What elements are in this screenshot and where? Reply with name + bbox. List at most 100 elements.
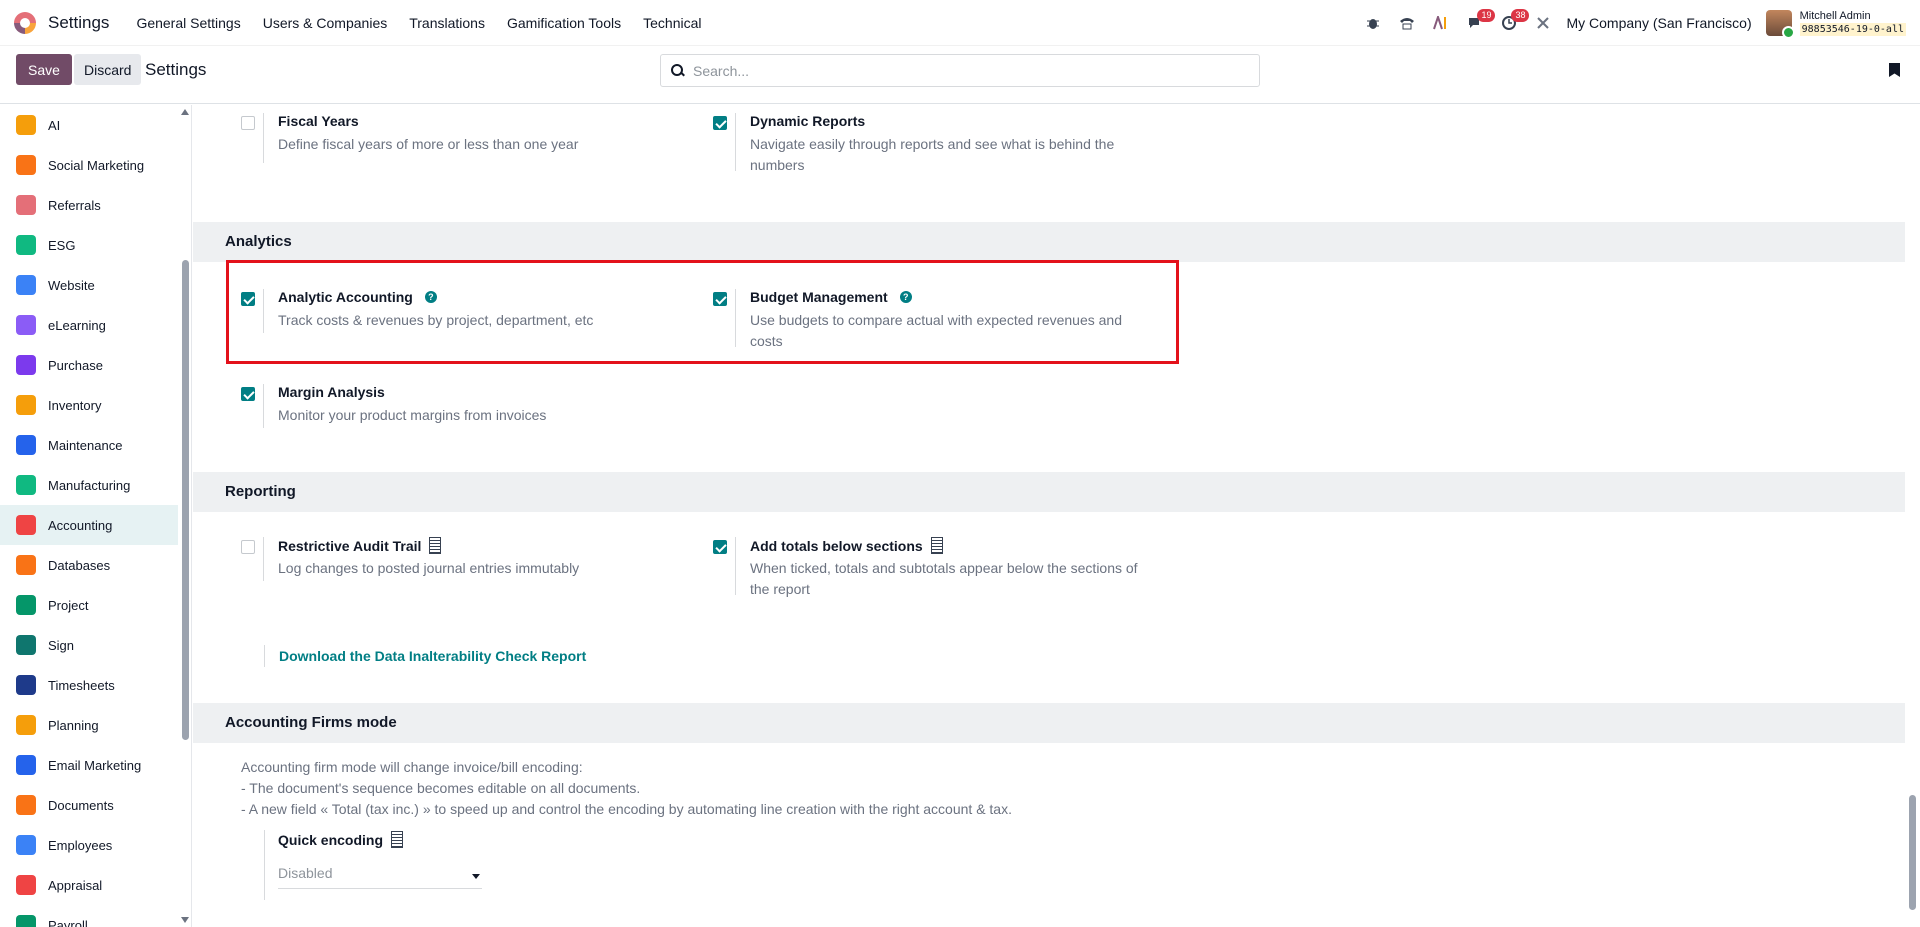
company-switcher[interactable]: My Company (San Francisco) <box>1566 15 1751 31</box>
dynamic-reports-checkbox[interactable] <box>713 116 727 130</box>
sidebar-item-documents[interactable]: Documents <box>0 785 178 825</box>
add-totals-checkbox[interactable] <box>713 540 727 554</box>
systray: 19 38 My Company (San Francisco) Mitchel… <box>1356 0 1920 46</box>
sidebar-item-accounting[interactable]: Accounting <box>0 505 178 545</box>
ai-icon[interactable] <box>1424 0 1458 46</box>
building-icon <box>930 537 943 554</box>
purchase-app-icon <box>16 355 36 375</box>
activities-icon[interactable]: 38 <box>1492 0 1530 46</box>
fiscal-years-checkbox[interactable] <box>241 116 255 130</box>
sidebar-scrollbar[interactable] <box>182 260 189 740</box>
save-button[interactable]: Save <box>16 54 72 85</box>
accounting-firms-description: Accounting firm mode will change invoice… <box>241 757 1012 820</box>
messages-icon[interactable]: 19 <box>1458 0 1496 46</box>
sidebar-item-manufacturing[interactable]: Manufacturing <box>0 465 178 505</box>
employees-app-icon <box>16 835 36 855</box>
quick-encoding-label: Quick encoding <box>278 831 384 848</box>
sidebar-item-label: Databases <box>48 557 111 573</box>
phone-icon[interactable] <box>1390 0 1424 46</box>
sidebar-item-purchase[interactable]: Purchase <box>0 345 178 385</box>
documents-app-icon <box>16 795 36 815</box>
dynamic-reports-desc-line-1: Navigate easily through reports and see … <box>750 136 1115 152</box>
sidebar-item-timesheets[interactable]: Timesheets <box>0 665 178 705</box>
ai-app-icon <box>16 115 36 135</box>
add-totals-desc: When ticked, totals and subtotals appear… <box>750 558 1138 600</box>
firm-text-line-3: - A new field « Total (tax inc.) » to sp… <box>241 801 1012 817</box>
margin-analysis-checkbox[interactable] <box>241 387 255 401</box>
sidebar-item-sign[interactable]: Sign <box>0 625 178 665</box>
bookmark-icon[interactable] <box>1889 63 1900 77</box>
sidebar-item-maintenance[interactable]: Maintenance <box>0 425 178 465</box>
project-app-icon <box>16 595 36 615</box>
sidebar-item-social-marketing[interactable]: Social Marketing <box>0 145 178 185</box>
menu-translations[interactable]: Translations <box>398 0 496 46</box>
scroll-up-arrow-icon[interactable] <box>181 109 189 115</box>
quick-encoding-select[interactable]: Disabled <box>278 865 482 889</box>
sidebar-item-label: eLearning <box>48 317 106 333</box>
sidebar-item-appraisal[interactable]: Appraisal <box>0 865 178 905</box>
menu-users-companies[interactable]: Users & Companies <box>252 0 399 46</box>
highlight-box <box>226 260 1179 364</box>
sidebar-item-project[interactable]: Project <box>0 585 178 625</box>
scroll-down-arrow-icon[interactable] <box>181 917 189 923</box>
setting-margin-analysis: Margin Analysis Monitor your product mar… <box>241 384 681 434</box>
manufacturing-app-icon <box>16 475 36 495</box>
breadcrumb-title: Settings <box>145 60 207 79</box>
sidebar-item-planning[interactable]: Planning <box>0 705 178 745</box>
top-menu: General Settings Users & Companies Trans… <box>125 0 712 46</box>
settings-content: Fiscal Years Define fiscal years of more… <box>193 105 1905 927</box>
sidebar-item-inventory[interactable]: Inventory <box>0 385 178 425</box>
sidebar-item-label: Sign <box>48 637 75 653</box>
sidebar-item-esg[interactable]: ESG <box>0 225 178 265</box>
sidebar-item-referrals[interactable]: Referrals <box>0 185 178 225</box>
app-title[interactable]: Settings <box>48 13 109 33</box>
sidebar-item-elearning[interactable]: eLearning <box>0 305 178 345</box>
database-name: 98853546-19-0-all <box>1799 23 1906 36</box>
divider <box>263 537 264 581</box>
sidebar-item-label: ESG <box>48 237 76 253</box>
sidebar-item-label: Documents <box>48 797 114 813</box>
sidebar-item-label: Referrals <box>48 197 101 213</box>
dynamic-reports-desc-line-2: numbers <box>750 157 805 173</box>
sidebar-item-ai[interactable]: AI <box>0 105 178 145</box>
user-avatar[interactable] <box>1765 10 1795 39</box>
sidebar-item-payroll[interactable]: Payroll <box>0 905 178 927</box>
section-analytics: Analytics <box>193 222 1905 262</box>
app-menu-icon[interactable] <box>14 11 36 34</box>
sidebar-item-label: Social Marketing <box>48 157 145 173</box>
search-bar[interactable] <box>660 54 1260 87</box>
setting-restrictive-audit-trail: Restrictive Audit Trail Log changes to p… <box>241 537 681 587</box>
sidebar-item-label: Inventory <box>48 397 102 413</box>
divider <box>735 537 736 595</box>
sidebar-item-employees[interactable]: Employees <box>0 825 178 865</box>
menu-general-settings[interactable]: General Settings <box>125 0 251 46</box>
main-scrollbar[interactable] <box>1909 795 1916 910</box>
bug-icon[interactable] <box>1356 0 1390 46</box>
tools-icon[interactable] <box>1526 0 1560 46</box>
sidebar-item-website[interactable]: Website <box>0 265 178 305</box>
building-icon <box>429 537 442 554</box>
sidebar-item-email-marketing[interactable]: Email Marketing <box>0 745 178 785</box>
margin-analysis-title: Margin Analysis <box>278 384 385 400</box>
menu-gamification-tools[interactable]: Gamification Tools <box>496 0 632 46</box>
search-input[interactable] <box>693 62 1233 79</box>
appraisal-app-icon <box>16 875 36 895</box>
setting-fiscal-years: Fiscal Years Define fiscal years of more… <box>241 113 681 178</box>
quick-encoding-value: Disabled <box>278 865 333 881</box>
restrictive-audit-checkbox[interactable] <box>241 540 255 554</box>
add-totals-label: Add totals below sections <box>750 537 923 554</box>
divider <box>264 830 265 900</box>
discard-button[interactable]: Discard <box>74 54 142 85</box>
sidebar-item-databases[interactable]: Databases <box>0 545 178 585</box>
sidebar-list: AI Social Marketing Referrals ESG Website eLe… <box>0 105 191 927</box>
margin-analysis-desc: Monitor your product margins from invoic… <box>278 407 547 423</box>
databases-app-icon <box>16 555 36 575</box>
menu-technical[interactable]: Technical <box>632 0 712 46</box>
control-panel: Save Discard Settings <box>0 46 1920 104</box>
user-menu[interactable]: Mitchell Admin 98853546-19-0-all <box>1799 10 1906 36</box>
download-inalterability-report-link[interactable]: Download the Data Inalterability Check R… <box>279 648 586 664</box>
add-totals-desc-line-1: When ticked, totals and subtotals appear… <box>750 560 1138 576</box>
divider <box>735 113 736 171</box>
sidebar-item-label: Purchase <box>48 357 103 373</box>
settings-sidebar: AI Social Marketing Referrals ESG Website eLe… <box>0 105 192 927</box>
